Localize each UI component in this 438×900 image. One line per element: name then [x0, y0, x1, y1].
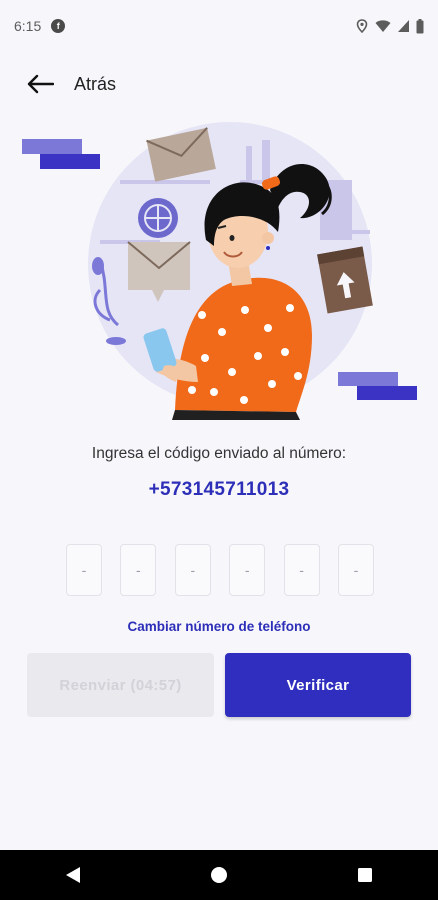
battery-icon — [416, 18, 424, 33]
recents-square-icon — [358, 868, 372, 882]
nav-recents-button[interactable] — [345, 855, 385, 895]
code-digit-4[interactable]: - — [229, 544, 266, 596]
code-digit-6[interactable]: - — [337, 544, 374, 596]
verification-illustration — [22, 122, 417, 420]
verify-button[interactable]: Verificar — [225, 653, 411, 717]
resend-button[interactable]: Reenviar (04:57) — [27, 653, 214, 717]
verification-prompt: Ingresa el código enviado al número: — [91, 445, 347, 462]
status-bar: 6:15 f — [0, 0, 438, 52]
code-digit-3[interactable]: - — [174, 544, 211, 596]
system-nav-bar — [0, 850, 438, 900]
location-icon — [356, 19, 368, 33]
status-time: 6:15 — [14, 18, 42, 34]
code-digit-5[interactable]: - — [283, 544, 320, 596]
nav-home-button[interactable] — [199, 855, 239, 895]
code-digit-2[interactable]: - — [120, 544, 157, 596]
phone-number: +573145711013 — [148, 479, 290, 500]
app-notification-icon: f — [51, 19, 66, 33]
arrow-left-icon — [27, 74, 54, 94]
back-button[interactable] — [20, 64, 60, 104]
back-label: Atrás — [74, 73, 117, 94]
nav-back-button[interactable] — [53, 855, 93, 895]
change-phone-link[interactable]: Cambiar número de teléfono — [0, 619, 438, 634]
code-digit-1[interactable]: - — [66, 544, 102, 596]
signal-icon — [398, 20, 409, 32]
wifi-icon — [375, 20, 391, 32]
code-input-row: - - - - - - — [66, 544, 374, 596]
app-header: Atrás — [0, 58, 438, 110]
home-circle-icon — [211, 867, 227, 883]
back-triangle-icon — [66, 867, 80, 883]
